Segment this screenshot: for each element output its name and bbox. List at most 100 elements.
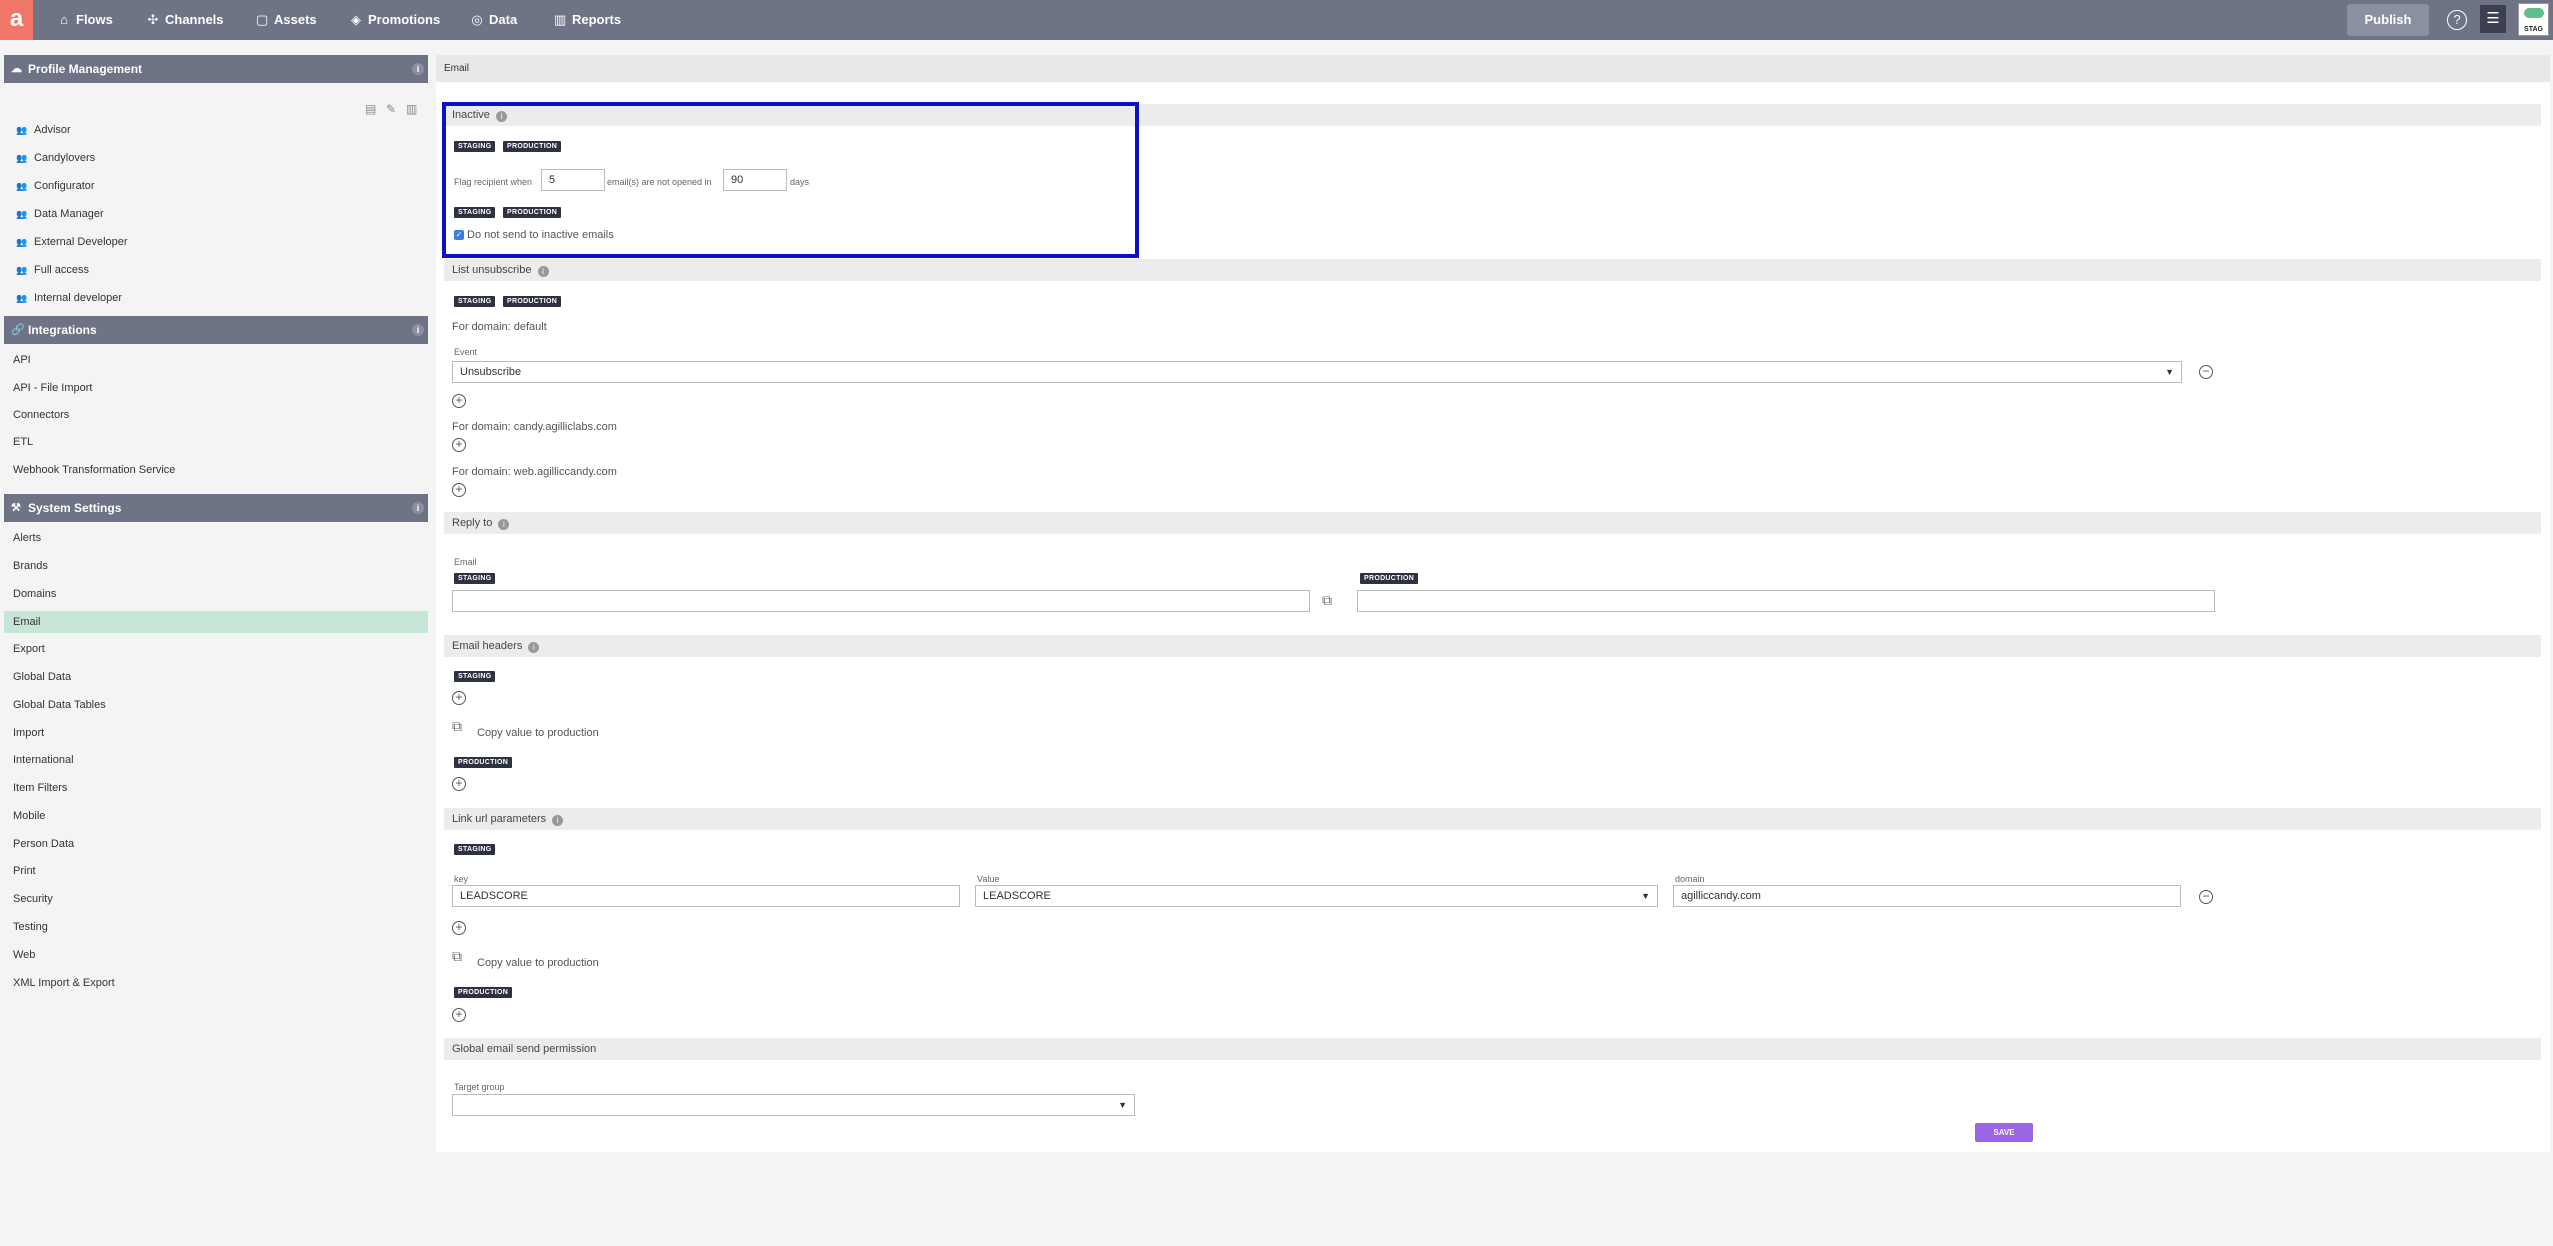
top-nav: a ⌂ Flows ✣ Channels ▢ Assets ◈ Promotions ◎… bbox=[0, 0, 2553, 40]
caret-down-icon: ▼ bbox=[1641, 891, 1650, 901]
trash-icon[interactable]: ▥ bbox=[406, 102, 417, 116]
copy-icon[interactable]: ⧉ bbox=[452, 948, 462, 965]
nav-data[interactable]: ◎ Data bbox=[471, 0, 517, 40]
new-file-icon[interactable]: ▤ bbox=[365, 102, 376, 116]
people-icon: 👥 bbox=[16, 237, 28, 247]
sidebar-item-api[interactable]: API bbox=[4, 349, 428, 371]
sidebar-item-web[interactable]: Web bbox=[4, 944, 428, 966]
nav-reports[interactable]: ▥ Reports bbox=[554, 0, 621, 40]
sidebar-item-domains[interactable]: Domains bbox=[4, 583, 428, 605]
info-icon[interactable]: i bbox=[528, 642, 540, 653]
target-group-select[interactable]: ▼ bbox=[452, 1094, 1135, 1116]
sidebar-item-connectors[interactable]: Connectors bbox=[4, 404, 428, 426]
sidebar-item-security[interactable]: Security bbox=[4, 888, 428, 910]
add-circle-icon[interactable]: + bbox=[452, 921, 466, 935]
promotions-icon: ◈ bbox=[351, 12, 361, 27]
key-input[interactable]: LEADSCORE bbox=[452, 885, 960, 907]
info-icon[interactable]: i bbox=[412, 502, 424, 514]
target-group-label: Target group bbox=[454, 1082, 505, 1092]
flows-icon: ⌂ bbox=[60, 12, 68, 27]
sidebar-item-webhook[interactable]: Webhook Transformation Service bbox=[4, 459, 428, 481]
info-icon[interactable]: i bbox=[412, 324, 424, 336]
remove-circle-icon[interactable]: − bbox=[2199, 890, 2213, 904]
domain-input[interactable]: agilliccandy.com bbox=[1673, 885, 2181, 907]
nav-flows[interactable]: ⌂ Flows bbox=[58, 0, 113, 40]
channels-icon: ✣ bbox=[147, 12, 159, 27]
role-item[interactable]: 👥 Advisor bbox=[16, 116, 71, 144]
sidebar-item-international[interactable]: International bbox=[4, 749, 428, 771]
role-item[interactable]: 👥 Configurator bbox=[16, 172, 95, 200]
reply-production-input[interactable] bbox=[1357, 590, 2215, 612]
nav-promotions[interactable]: ◈ Promotions bbox=[350, 0, 440, 40]
section-email-headers-header: Email headers i bbox=[444, 635, 2541, 657]
add-circle-icon[interactable]: + bbox=[452, 483, 466, 497]
people-icon: 👥 bbox=[16, 293, 28, 303]
people-icon: 👥 bbox=[16, 265, 28, 275]
event-select[interactable]: Unsubscribe ▼ bbox=[452, 361, 2182, 383]
people-icon: 👥 bbox=[16, 153, 28, 163]
sidebar-item-xml-import-export[interactable]: XML Import & Export bbox=[4, 972, 428, 994]
settings-sliders-icon[interactable]: ☰ bbox=[2480, 5, 2506, 33]
sidebar-item-item-filters[interactable]: Item Filters bbox=[4, 777, 428, 799]
sidebar-item-alerts[interactable]: Alerts bbox=[4, 527, 428, 549]
people-icon: 👥 bbox=[16, 181, 28, 191]
help-icon[interactable]: ? bbox=[2447, 10, 2467, 30]
copy-icon[interactable]: ⧉ bbox=[452, 718, 462, 735]
copy-to-production-link[interactable]: Copy value to production bbox=[477, 727, 599, 739]
production-tag: PRODUCTION bbox=[454, 987, 513, 998]
edit-icon[interactable]: ✎ bbox=[386, 102, 396, 116]
sidebar-item-api-file-import[interactable]: API - File Import bbox=[4, 377, 428, 399]
logo[interactable]: a bbox=[0, 0, 33, 40]
info-icon[interactable]: i bbox=[498, 519, 510, 530]
sidebar-item-brands[interactable]: Brands bbox=[4, 555, 428, 577]
value-select[interactable]: LEADSCORE ▼ bbox=[975, 885, 1658, 907]
add-circle-icon[interactable]: + bbox=[452, 438, 466, 452]
publish-button[interactable]: Publish bbox=[2347, 4, 2429, 36]
staging-tag: STAGING bbox=[454, 296, 496, 307]
role-item[interactable]: 👥 Internal developer bbox=[16, 284, 122, 312]
section-profile-management[interactable]: ☁ Profile Management i bbox=[4, 55, 428, 83]
sidebar-item-etl[interactable]: ETL bbox=[4, 431, 428, 453]
section-system-settings[interactable]: ⚒ System Settings i bbox=[4, 494, 428, 522]
add-circle-icon[interactable]: + bbox=[452, 691, 466, 705]
remove-circle-icon[interactable]: − bbox=[2199, 365, 2213, 379]
sidebar-item-mobile[interactable]: Mobile bbox=[4, 805, 428, 827]
caret-down-icon: ▼ bbox=[1118, 1100, 1127, 1110]
staging-tag: STAGING bbox=[454, 573, 496, 584]
copy-icon[interactable]: ⧉ bbox=[1322, 592, 1332, 609]
sidebar-item-testing[interactable]: Testing bbox=[4, 916, 428, 938]
sidebar-item-import[interactable]: Import bbox=[4, 722, 428, 744]
reports-icon: ▥ bbox=[554, 12, 567, 27]
caret-down-icon: ▼ bbox=[2165, 367, 2174, 377]
environment-badge[interactable]: STAG bbox=[2518, 3, 2549, 36]
domain-web-label: For domain: web.agilliccandy.com bbox=[452, 466, 617, 478]
sidebar-item-global-data[interactable]: Global Data bbox=[4, 666, 428, 688]
link-icon: 🔗 bbox=[11, 324, 25, 336]
role-item[interactable]: 👥 External Developer bbox=[16, 228, 128, 256]
sidebar-item-global-data-tables[interactable]: Global Data Tables bbox=[4, 694, 428, 716]
sidebar-item-email[interactable]: Email bbox=[4, 611, 428, 633]
add-circle-icon[interactable]: + bbox=[452, 777, 466, 791]
add-circle-icon[interactable]: + bbox=[452, 394, 466, 408]
staging-tag: STAGING bbox=[454, 671, 496, 682]
nav-channels[interactable]: ✣ Channels bbox=[147, 0, 224, 40]
role-item[interactable]: 👥 Full access bbox=[16, 256, 89, 284]
save-button[interactable]: SAVE bbox=[1975, 1123, 2033, 1142]
reply-email-label: Email bbox=[454, 557, 477, 567]
sidebar-item-person-data[interactable]: Person Data bbox=[4, 833, 428, 855]
reply-staging-input[interactable] bbox=[452, 590, 1310, 612]
copy-to-production-link[interactable]: Copy value to production bbox=[477, 957, 599, 969]
domain-candy-label: For domain: candy.agilliclabs.com bbox=[452, 421, 617, 433]
info-icon[interactable]: i bbox=[552, 815, 564, 826]
sidebar-item-export[interactable]: Export bbox=[4, 638, 428, 660]
info-icon[interactable]: i bbox=[412, 63, 424, 75]
assets-icon: ▢ bbox=[256, 12, 269, 27]
production-tag: PRODUCTION bbox=[503, 296, 562, 307]
role-item[interactable]: 👥 Data Manager bbox=[16, 200, 104, 228]
section-integrations[interactable]: 🔗 Integrations i bbox=[4, 316, 428, 344]
role-item[interactable]: 👥 Candylovers bbox=[16, 144, 95, 172]
nav-assets[interactable]: ▢ Assets bbox=[256, 0, 317, 40]
sidebar-item-print[interactable]: Print bbox=[4, 860, 428, 882]
add-circle-icon[interactable]: + bbox=[452, 1008, 466, 1022]
info-icon[interactable]: i bbox=[537, 266, 549, 277]
